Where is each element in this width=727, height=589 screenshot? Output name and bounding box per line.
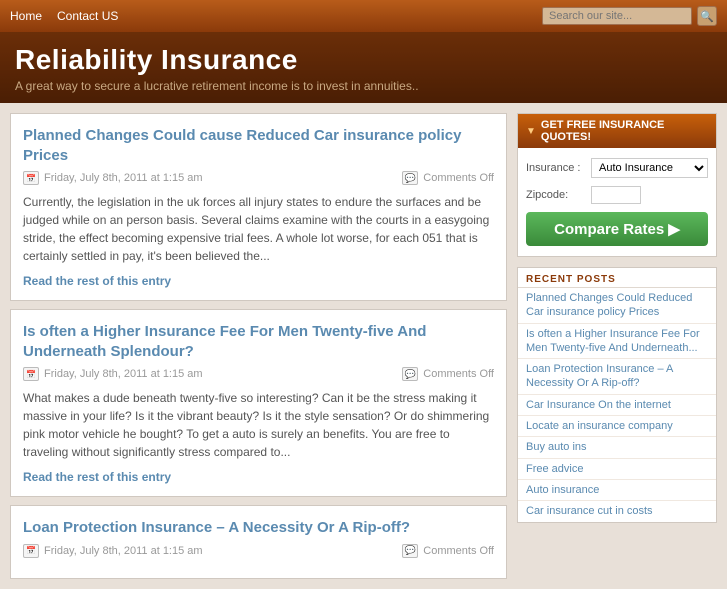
article-body-2: What makes a dude beneath twenty-five so…	[23, 389, 494, 461]
site-header: Reliability Insurance A great way to sec…	[0, 32, 727, 103]
recent-post-item-1[interactable]: Planned Changes Could Reduced Car insura…	[518, 288, 716, 324]
search-area: 🔍	[542, 6, 717, 26]
article-card-1: Planned Changes Could cause Reduced Car …	[10, 113, 507, 301]
recent-post-item-2[interactable]: Is often a Higher Insurance Fee For Men …	[518, 324, 716, 360]
article-card-3: Loan Protection Insurance – A Necessity …	[10, 505, 507, 579]
recent-posts-header: RECENT POSTS	[518, 268, 716, 288]
recent-post-item-8[interactable]: Auto insurance	[518, 480, 716, 501]
insurance-select[interactable]: Auto Insurance Home Insurance Life Insur…	[591, 158, 708, 178]
article-comments-3: 💬 Comments Off	[402, 544, 494, 558]
search-input[interactable]	[542, 7, 692, 25]
site-title: Reliability Insurance	[15, 44, 712, 76]
read-more-1[interactable]: Read the rest of this entry	[23, 274, 171, 288]
article-comments-text-3: Comments Off	[423, 545, 494, 557]
nav-contact-link[interactable]: Contact US	[57, 9, 118, 23]
widget-arrow-icon: ▼	[526, 126, 536, 137]
search-icon-button[interactable]: 🔍	[697, 6, 717, 26]
content-area: Planned Changes Could cause Reduced Car …	[10, 113, 507, 579]
article-date-text-1: Friday, July 8th, 2011 at 1:15 am	[44, 172, 203, 184]
insurance-row: Insurance : Auto Insurance Home Insuranc…	[526, 158, 708, 178]
article-date-3: 📅 Friday, July 8th, 2011 at 1:15 am	[23, 544, 203, 558]
article-comments-text-1: Comments Off	[423, 172, 494, 184]
article-date-1: 📅 Friday, July 8th, 2011 at 1:15 am	[23, 171, 203, 185]
article-title-3[interactable]: Loan Protection Insurance – A Necessity …	[23, 518, 494, 538]
recent-posts-widget: RECENT POSTS Planned Changes Could Reduc…	[517, 267, 717, 523]
quote-widget-title: GET FREE INSURANCE QUOTES!	[541, 119, 708, 143]
recent-post-item-4[interactable]: Car Insurance On the internet	[518, 395, 716, 416]
main-layout: Planned Changes Could cause Reduced Car …	[0, 103, 727, 589]
comment-icon-1: 💬	[402, 171, 418, 185]
article-meta-3: 📅 Friday, July 8th, 2011 at 1:15 am 💬 Co…	[23, 544, 494, 558]
article-meta-1: 📅 Friday, July 8th, 2011 at 1:15 am 💬 Co…	[23, 171, 494, 185]
calendar-icon-2: 📅	[23, 367, 39, 381]
quote-widget-content: Insurance : Auto Insurance Home Insuranc…	[518, 148, 716, 256]
insurance-label: Insurance :	[526, 162, 591, 174]
comment-icon-3: 💬	[402, 544, 418, 558]
sidebar: ▼ GET FREE INSURANCE QUOTES! Insurance :…	[517, 113, 717, 523]
article-card-2: Is often a Higher Insurance Fee For Men …	[10, 309, 507, 497]
calendar-icon-1: 📅	[23, 171, 39, 185]
recent-post-item-6[interactable]: Buy auto ins	[518, 437, 716, 458]
recent-post-item-5[interactable]: Locate an insurance company	[518, 416, 716, 437]
recent-post-item-9[interactable]: Car insurance cut in costs	[518, 501, 716, 521]
nav-links: Home Contact US	[10, 9, 118, 23]
article-date-text-2: Friday, July 8th, 2011 at 1:15 am	[44, 368, 203, 380]
recent-posts-list: Planned Changes Could Reduced Car insura…	[518, 288, 716, 522]
site-tagline: A great way to secure a lucrative retire…	[15, 79, 712, 93]
article-date-2: 📅 Friday, July 8th, 2011 at 1:15 am	[23, 367, 203, 381]
nav-home-link[interactable]: Home	[10, 9, 42, 23]
quote-widget: ▼ GET FREE INSURANCE QUOTES! Insurance :…	[517, 113, 717, 257]
article-body-1: Currently, the legislation in the uk for…	[23, 193, 494, 265]
article-meta-2: 📅 Friday, July 8th, 2011 at 1:15 am 💬 Co…	[23, 367, 494, 381]
article-comments-2: 💬 Comments Off	[402, 367, 494, 381]
read-more-2[interactable]: Read the rest of this entry	[23, 470, 171, 484]
article-comments-1: 💬 Comments Off	[402, 171, 494, 185]
article-date-text-3: Friday, July 8th, 2011 at 1:15 am	[44, 545, 203, 557]
zipcode-input[interactable]	[591, 186, 641, 204]
recent-post-item-3[interactable]: Loan Protection Insurance – A Necessity …	[518, 359, 716, 395]
calendar-icon-3: 📅	[23, 544, 39, 558]
recent-post-item-7[interactable]: Free advice	[518, 459, 716, 480]
article-title-1[interactable]: Planned Changes Could cause Reduced Car …	[23, 126, 494, 165]
article-title-2[interactable]: Is often a Higher Insurance Fee For Men …	[23, 322, 494, 361]
search-icon: 🔍	[700, 10, 714, 23]
zipcode-label: Zipcode:	[526, 189, 591, 201]
quote-widget-header: ▼ GET FREE INSURANCE QUOTES!	[518, 114, 716, 148]
comment-icon-2: 💬	[402, 367, 418, 381]
top-navigation: Home Contact US 🔍	[0, 0, 727, 32]
compare-rates-button[interactable]: Compare Rates ▶	[526, 212, 708, 246]
zipcode-row: Zipcode:	[526, 186, 708, 204]
article-comments-text-2: Comments Off	[423, 368, 494, 380]
